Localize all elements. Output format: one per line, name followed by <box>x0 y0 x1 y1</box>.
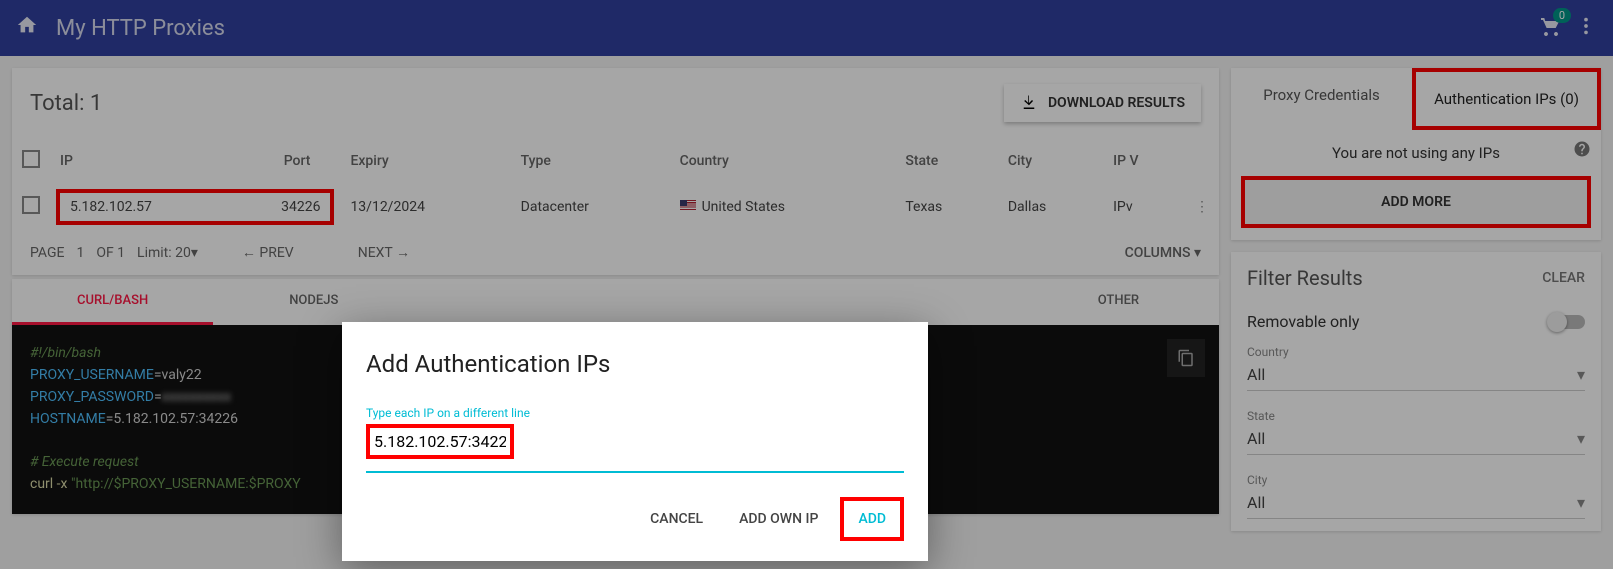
total-label: Total: 1 <box>30 91 102 116</box>
tab-authentication-ips[interactable]: Authentication IPs (0) <box>1412 68 1601 130</box>
code-tabs: CURL/BASH NODEJS OTHER <box>12 279 1219 325</box>
tab-php[interactable] <box>817 279 1018 325</box>
tab-node[interactable]: NODEJS <box>213 279 414 325</box>
tab-curl[interactable]: CURL/BASH <box>12 279 213 325</box>
tab-go[interactable] <box>616 279 817 325</box>
cell-expiry: 13/12/2024 <box>340 184 510 230</box>
col-expiry[interactable]: Expiry <box>340 138 510 184</box>
select-all-checkbox[interactable] <box>22 150 40 168</box>
removable-only-label: Removable only <box>1247 312 1359 331</box>
clear-filters-button[interactable]: CLEAR <box>1542 270 1585 286</box>
city-label: City <box>1247 473 1585 487</box>
col-state[interactable]: State <box>895 138 997 184</box>
city-select[interactable]: All▾ <box>1247 487 1585 519</box>
table-row[interactable]: 5.182.102.57 34226 13/12/2024 Datacenter… <box>12 184 1219 230</box>
ip-input[interactable] <box>370 428 510 455</box>
cell-type: Datacenter <box>511 184 670 230</box>
download-results-button[interactable]: DOWNLOAD RESULTS <box>1004 84 1201 122</box>
page-title: My HTTP Proxies <box>56 16 225 41</box>
limit-dropdown[interactable]: Limit: 20▾ <box>137 245 198 261</box>
col-ipv[interactable]: IP V <box>1103 138 1185 184</box>
col-port[interactable]: Port <box>146 138 341 184</box>
cart-icon[interactable]: 0 <box>1539 14 1563 42</box>
cell-ip: 5.182.102.57 <box>70 199 152 215</box>
col-city[interactable]: City <box>998 138 1103 184</box>
home-icon[interactable] <box>16 14 38 42</box>
copy-icon[interactable] <box>1167 339 1205 377</box>
help-icon[interactable] <box>1573 140 1591 162</box>
cancel-button[interactable]: CANCEL <box>636 501 717 537</box>
no-ips-message: You are not using any IPs <box>1231 130 1601 176</box>
kebab-menu-icon[interactable] <box>1575 15 1597 41</box>
add-auth-ips-modal: Add Authentication IPs Type each IP on a… <box>342 322 928 561</box>
col-country[interactable]: Country <box>670 138 896 184</box>
add-button[interactable]: ADD <box>844 501 900 537</box>
cell-ipv: IPv <box>1103 184 1185 230</box>
tab-other[interactable]: OTHER <box>1018 279 1219 325</box>
modal-hint: Type each IP on a different line <box>366 406 904 420</box>
add-own-ip-button[interactable]: ADD OWN IP <box>725 501 832 537</box>
add-more-button[interactable]: ADD MORE <box>1245 180 1587 224</box>
filter-title: Filter Results <box>1247 266 1363 290</box>
cell-country: United States <box>670 184 896 230</box>
cart-badge: 0 <box>1553 8 1571 23</box>
row-menu-icon[interactable]: ⋮ <box>1185 184 1219 230</box>
pager: PAGE 1 OF 1 Limit: 20▾ ← PREV NEXT → COL… <box>12 230 1219 275</box>
cell-city: Dallas <box>998 184 1103 230</box>
cell-port: 34226 <box>281 199 320 215</box>
country-select[interactable]: All▾ <box>1247 359 1585 391</box>
col-ip[interactable]: IP <box>50 138 146 184</box>
next-button[interactable]: NEXT → <box>358 244 410 261</box>
cell-state: Texas <box>895 184 997 230</box>
proxy-table: IP Port Expiry Type Country State City I… <box>12 138 1219 230</box>
total-bar: Total: 1 DOWNLOAD RESULTS <box>12 68 1219 138</box>
tab-proxy-credentials[interactable]: Proxy Credentials <box>1231 68 1412 130</box>
col-type[interactable]: Type <box>511 138 670 184</box>
modal-title: Add Authentication IPs <box>366 350 904 378</box>
country-label: Country <box>1247 345 1585 359</box>
state-select[interactable]: All▾ <box>1247 423 1585 455</box>
removable-only-toggle[interactable] <box>1549 315 1585 329</box>
state-label: State <box>1247 409 1585 423</box>
columns-dropdown[interactable]: COLUMNS ▾ <box>1125 245 1201 261</box>
prev-button[interactable]: ← PREV <box>242 244 294 261</box>
row-checkbox[interactable] <box>22 196 40 214</box>
top-bar: My HTTP Proxies 0 <box>0 0 1613 56</box>
flag-us-icon <box>680 200 696 211</box>
tab-python[interactable] <box>414 279 615 325</box>
